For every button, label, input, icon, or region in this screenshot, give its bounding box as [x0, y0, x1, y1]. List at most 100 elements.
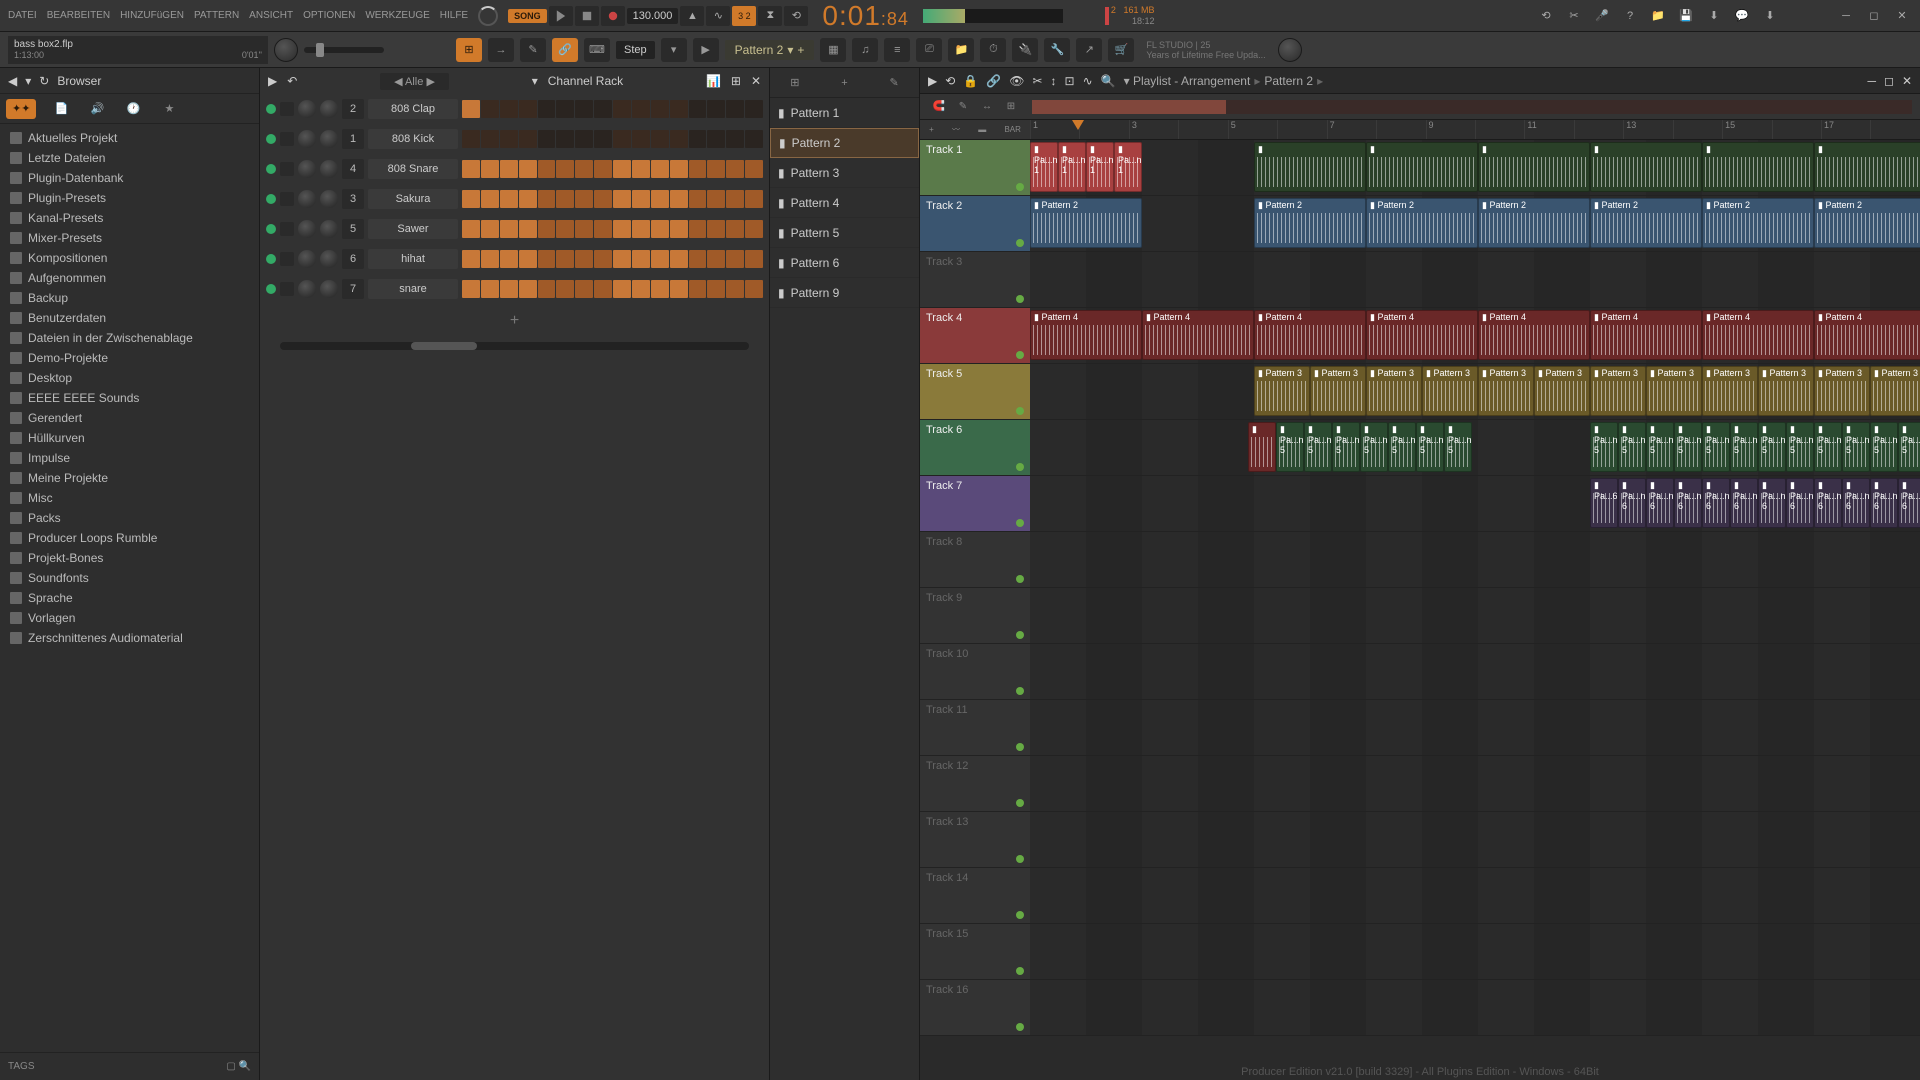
tree-item[interactable]: Soundfonts: [0, 568, 259, 588]
pattern-item[interactable]: ▮Pattern 5: [770, 218, 919, 248]
tree-item[interactable]: Impulse: [0, 448, 259, 468]
step-cell[interactable]: [500, 220, 518, 238]
channel-led[interactable]: [266, 254, 276, 264]
track-enable-dot[interactable]: [1016, 463, 1024, 471]
help-icon[interactable]: ?: [1620, 6, 1640, 26]
save-icon[interactable]: 💾: [1676, 6, 1696, 26]
playlist-clip[interactable]: ▮ Pa...n 6: [1730, 478, 1758, 528]
step-cell[interactable]: [745, 190, 763, 208]
channel-name[interactable]: 808 Kick: [368, 129, 458, 149]
play-button[interactable]: [549, 6, 573, 26]
rack-back-icon[interactable]: ↶: [287, 74, 297, 88]
browser-tab-all[interactable]: ✦✦: [6, 99, 36, 119]
step-cell[interactable]: [726, 100, 744, 118]
tempo-tap-icon[interactable]: ⏱: [980, 38, 1006, 62]
playlist-clip[interactable]: ▮ Pa...n 5: [1304, 422, 1332, 472]
playlist-clip[interactable]: ▮ Pa...n 5: [1814, 422, 1842, 472]
ruler-number[interactable]: [1475, 120, 1524, 139]
playlist-clip[interactable]: ▮ Pa...n 5: [1786, 422, 1814, 472]
track-enable-dot[interactable]: [1016, 911, 1024, 919]
track-header[interactable]: Track 6: [920, 420, 1030, 475]
channel-vol-knob[interactable]: [320, 100, 338, 118]
step-cell[interactable]: [726, 250, 744, 268]
playlist-clip[interactable]: ▮ Pattern 3: [1310, 366, 1366, 416]
step-cell[interactable]: [556, 280, 574, 298]
step-cell[interactable]: [726, 130, 744, 148]
track-lane[interactable]: [1030, 532, 1920, 587]
menu-bearbeiten[interactable]: BEARBEITEN: [47, 10, 110, 21]
mic-icon[interactable]: 🎤: [1592, 6, 1612, 26]
step-cell[interactable]: [670, 280, 688, 298]
playlist-clip[interactable]: ▮ Pattern 3: [1422, 366, 1478, 416]
pl-grid-icon[interactable]: ⊞: [1000, 97, 1022, 117]
pattern-edit-icon[interactable]: ✎: [884, 73, 904, 93]
step-cell[interactable]: [651, 250, 669, 268]
tempo-display[interactable]: 130.000: [627, 8, 679, 24]
playlist-clip[interactable]: ▮ Pa...n 1: [1030, 142, 1058, 192]
ruler-number[interactable]: 9: [1426, 120, 1475, 139]
channel-pan-knob[interactable]: [298, 220, 316, 238]
ruler-number[interactable]: 5: [1228, 120, 1277, 139]
step-cell[interactable]: [689, 220, 707, 238]
track-enable-dot[interactable]: [1016, 351, 1024, 359]
pl-breadcrumb[interactable]: ▾ Playlist - Arrangement▸Pattern 2▸: [1124, 74, 1328, 88]
playlist-clip[interactable]: ▮ Pa...n 5: [1416, 422, 1444, 472]
track-enable-dot[interactable]: [1016, 631, 1024, 639]
step-cell[interactable]: [481, 250, 499, 268]
step-cell[interactable]: [500, 100, 518, 118]
track-lane[interactable]: ▮ Pattern 4▮ Pattern 4▮ Pattern 4▮ Patte…: [1030, 308, 1920, 363]
step-cell[interactable]: [481, 280, 499, 298]
tree-item[interactable]: Kompositionen: [0, 248, 259, 268]
menu-datei[interactable]: DATEI: [8, 10, 37, 21]
step-cell[interactable]: [651, 220, 669, 238]
ruler-number[interactable]: [1277, 120, 1326, 139]
track-lane[interactable]: [1030, 868, 1920, 923]
track-lane[interactable]: ▮ Pattern 2▮ Pattern 2▮ Pattern 2▮ Patte…: [1030, 196, 1920, 251]
step-cell[interactable]: [670, 220, 688, 238]
playlist-clip[interactable]: ▮ Pa...n 6: [1618, 478, 1646, 528]
track-lane[interactable]: [1030, 924, 1920, 979]
pattern-view-icon[interactable]: ⊞: [785, 73, 805, 93]
menu-hinzufügen[interactable]: HINZUFüGEN: [120, 10, 184, 21]
channel-led[interactable]: [266, 104, 276, 114]
render-icon[interactable]: ⬇: [1704, 6, 1724, 26]
tree-item[interactable]: Plugin-Datenbank: [0, 168, 259, 188]
playlist-minimap[interactable]: [1032, 100, 1912, 114]
step-cell[interactable]: [556, 100, 574, 118]
step-cell[interactable]: [745, 130, 763, 148]
tree-item[interactable]: Dateien in der Zwischenablage: [0, 328, 259, 348]
pattern-add-icon[interactable]: +: [834, 73, 854, 93]
track-enable-dot[interactable]: [1016, 519, 1024, 527]
pattern-selector[interactable]: Pattern 2 ▾ +: [725, 40, 815, 60]
step-cell[interactable]: [500, 280, 518, 298]
track-lane[interactable]: [1030, 756, 1920, 811]
step-cell[interactable]: [689, 160, 707, 178]
step-cell[interactable]: [462, 220, 480, 238]
playlist-clip[interactable]: ▮ Pa...n 6: [1842, 478, 1870, 528]
stop-button[interactable]: [575, 6, 599, 26]
filter-icon[interactable]: ▢: [226, 1061, 235, 1072]
channel-number[interactable]: 4: [342, 159, 364, 179]
step-cell[interactable]: [613, 280, 631, 298]
playlist-clip[interactable]: ▮ Pattern 4: [1030, 310, 1142, 360]
song-mode-badge[interactable]: SONG: [508, 9, 547, 23]
chat-icon[interactable]: 💬: [1732, 6, 1752, 26]
tree-item[interactable]: Letzte Dateien: [0, 148, 259, 168]
playlist-clip[interactable]: ▮ Pattern 2: [1702, 198, 1814, 248]
pl-eye-icon[interactable]: 👁: [1009, 74, 1024, 88]
step-cell[interactable]: [632, 190, 650, 208]
playlist-clip[interactable]: ▮ Pattern 4: [1254, 310, 1366, 360]
step-cell[interactable]: [538, 160, 556, 178]
playlist-clip[interactable]: ▮ Pattern 3: [1870, 366, 1920, 416]
dropdown-icon[interactable]: ▾: [661, 38, 687, 62]
step-cell[interactable]: [726, 220, 744, 238]
track-lane[interactable]: ▮ Pa...n 1▮ Pa...n 1▮ Pa...n 1▮ Pa...n 1…: [1030, 140, 1920, 195]
record-button[interactable]: [601, 6, 625, 26]
track-enable-dot[interactable]: [1016, 1023, 1024, 1031]
step-cell[interactable]: [670, 250, 688, 268]
ruler-number[interactable]: 13: [1623, 120, 1672, 139]
step-cell[interactable]: [519, 100, 537, 118]
tree-item[interactable]: Aktuelles Projekt: [0, 128, 259, 148]
channel-mute[interactable]: [280, 132, 294, 146]
channel-name[interactable]: hihat: [368, 249, 458, 269]
